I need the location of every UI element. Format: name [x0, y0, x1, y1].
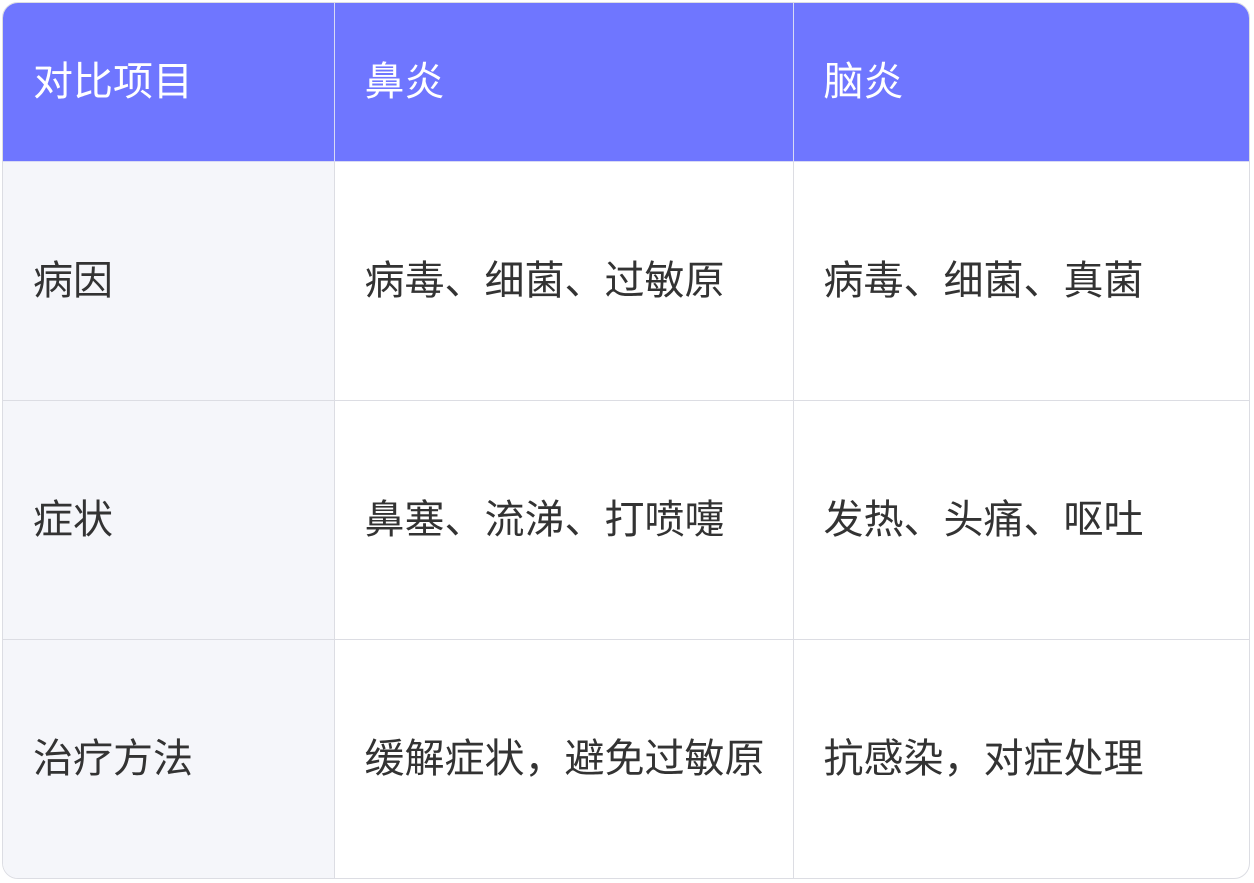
row-label-treatment: 治疗方法	[3, 638, 335, 878]
cell-encephalitis-symptoms: 发热、头痛、呕吐	[792, 399, 1249, 640]
cell-rhinitis-symptoms: 鼻塞、流涕、打喷嚏	[333, 399, 794, 640]
header-cell-encephalitis: 脑炎	[792, 3, 1249, 162]
cell-rhinitis-cause: 病毒、细菌、过敏原	[333, 160, 794, 401]
table-header-row: 对比项目 鼻炎 脑炎	[3, 3, 1249, 162]
comparison-table: 对比项目 鼻炎 脑炎 病因 病毒、细菌、过敏原 病毒、细菌、真菌 症状 鼻塞、流…	[3, 3, 1249, 878]
comparison-table-container: 对比项目 鼻炎 脑炎 病因 病毒、细菌、过敏原 病毒、细菌、真菌 症状 鼻塞、流…	[2, 2, 1250, 879]
table-row: 症状 鼻塞、流涕、打喷嚏 发热、头痛、呕吐	[3, 399, 1249, 640]
table-row: 治疗方法 缓解症状，避免过敏原 抗感染，对症处理	[3, 638, 1249, 878]
row-label-symptoms: 症状	[3, 399, 335, 640]
cell-encephalitis-treatment: 抗感染，对症处理	[792, 638, 1249, 878]
header-cell-rhinitis: 鼻炎	[333, 3, 794, 162]
table-row: 病因 病毒、细菌、过敏原 病毒、细菌、真菌	[3, 160, 1249, 401]
cell-rhinitis-treatment: 缓解症状，避免过敏原	[333, 638, 794, 878]
row-label-cause: 病因	[3, 160, 335, 401]
cell-encephalitis-cause: 病毒、细菌、真菌	[792, 160, 1249, 401]
header-cell-comparison-item: 对比项目	[3, 3, 335, 162]
